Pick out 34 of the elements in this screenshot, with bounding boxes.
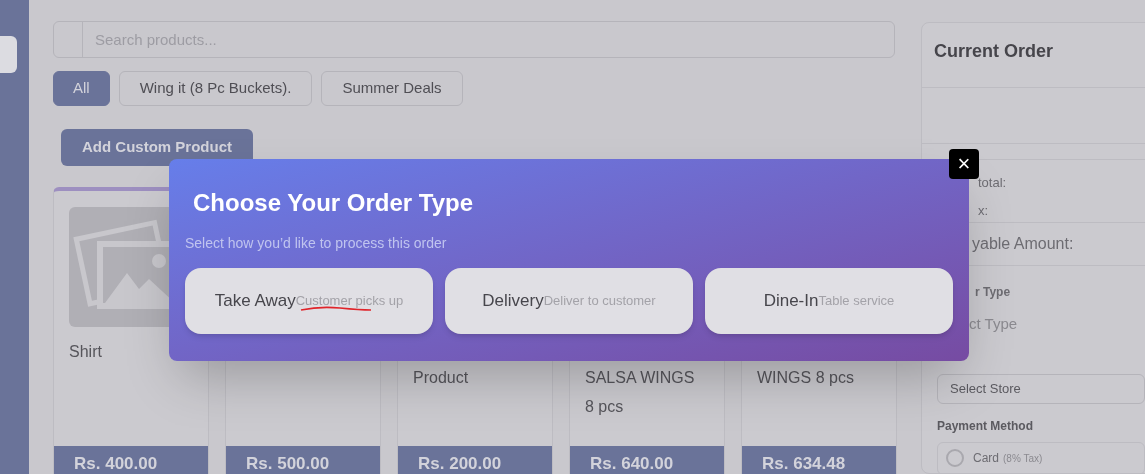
sidebar-tab[interactable]	[0, 36, 17, 73]
product-name: Product	[413, 368, 470, 388]
price-bar: Rs. 500.00	[226, 446, 380, 474]
order-type-option[interactable]: Dine-InTable service	[705, 268, 953, 334]
option-label: Take Away	[214, 290, 296, 313]
product-name: SALSA WINGS 8 pcs	[585, 368, 696, 417]
option-hint: Customer picks up	[295, 291, 404, 311]
add-custom-product-button[interactable]: Add Custom Product	[61, 129, 253, 166]
payable-amount-label: yable Amount:	[972, 234, 1074, 254]
option-label: Delivery	[482, 290, 544, 313]
option-label: Dine-In	[763, 290, 819, 313]
price-bar: Rs. 200.00	[398, 446, 552, 474]
price-bar: Rs. 634.48	[742, 446, 896, 474]
order-type-label: r Type	[975, 284, 1011, 301]
category-tab[interactable]: Summer Deals	[321, 71, 463, 106]
tax-note: (8% Tax)	[1003, 451, 1043, 466]
close-button[interactable]: ×	[949, 149, 979, 179]
product-name: WINGS 8 pcs	[757, 368, 855, 388]
subtotal-label: total:	[978, 174, 1007, 192]
price-bar: Rs. 400.00	[54, 446, 208, 474]
panel-title: Current Order	[933, 40, 1055, 63]
store-select[interactable]: Select Store	[937, 373, 1145, 404]
payment-label: Card	[973, 450, 999, 467]
option-hint: Table service	[818, 292, 895, 311]
price-bar: Rs. 640.00	[570, 446, 724, 474]
option-hint: Deliver to customer	[543, 292, 656, 311]
radio-button[interactable]	[946, 449, 964, 467]
category-tab[interactable]: All	[53, 71, 110, 106]
category-tab[interactable]: Wing it (8 Pc Buckets).	[118, 71, 313, 106]
order-type-option[interactable]: DeliveryDeliver to customer	[445, 268, 693, 334]
product-name: Shirt	[69, 342, 102, 362]
tax-label: x:	[978, 201, 989, 220]
payment-method-label: Payment Method	[937, 417, 1033, 435]
order-type-option[interactable]: Take AwayCustomer picks up	[185, 268, 433, 334]
